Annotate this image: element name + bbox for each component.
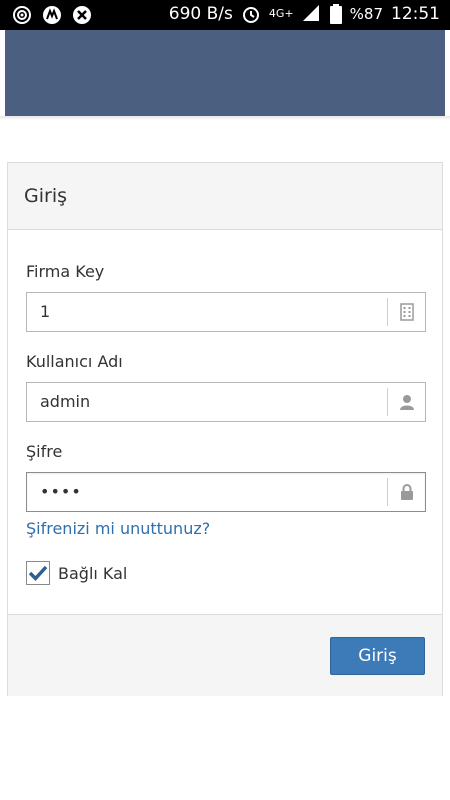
login-panel: Giriş Firma Key 1 Kullanıcı Adı admin Şi… — [7, 162, 443, 696]
battery-icon — [329, 4, 342, 24]
alarm-icon — [241, 4, 261, 24]
password-field[interactable]: •••• — [26, 472, 426, 512]
password-input[interactable]: •••• — [27, 473, 387, 511]
remember-me[interactable]: Bağlı Kal — [26, 561, 127, 585]
banner-shadow — [0, 116, 450, 120]
net-speed: 690 B/s — [168, 4, 233, 24]
signal-icon — [302, 4, 322, 24]
username-input[interactable]: admin — [27, 383, 387, 421]
password-label: Şifre — [26, 442, 63, 461]
username-field[interactable]: admin — [26, 382, 426, 422]
firma-key-label: Firma Key — [26, 262, 105, 281]
lock-icon — [387, 478, 425, 506]
username-label: Kullanıcı Adı — [26, 352, 123, 371]
top-banner — [5, 30, 445, 117]
remember-checkbox[interactable] — [26, 561, 50, 585]
panel-footer: Giriş — [8, 614, 442, 696]
network-type: 4G+ — [268, 7, 294, 20]
blocked-icon — [72, 5, 92, 25]
checkmark-icon — [28, 565, 48, 582]
status-bar: 690 B/s 4G+ %87 12:51 — [0, 0, 450, 30]
login-button[interactable]: Giriş — [330, 637, 425, 675]
hotspot-icon — [12, 5, 32, 25]
battery-level: %87 — [349, 5, 383, 23]
building-icon — [387, 298, 425, 326]
panel-title: Giriş — [24, 185, 67, 207]
app-icon — [42, 5, 62, 25]
firma-key-field[interactable]: 1 — [26, 292, 426, 332]
forgot-password-link[interactable]: Şifrenizi mi unuttunuz? — [26, 519, 210, 538]
user-icon — [387, 388, 425, 416]
panel-header: Giriş — [8, 163, 442, 230]
clock: 12:51 — [391, 4, 440, 24]
remember-label: Bağlı Kal — [58, 563, 128, 583]
firma-key-input[interactable]: 1 — [27, 293, 387, 331]
